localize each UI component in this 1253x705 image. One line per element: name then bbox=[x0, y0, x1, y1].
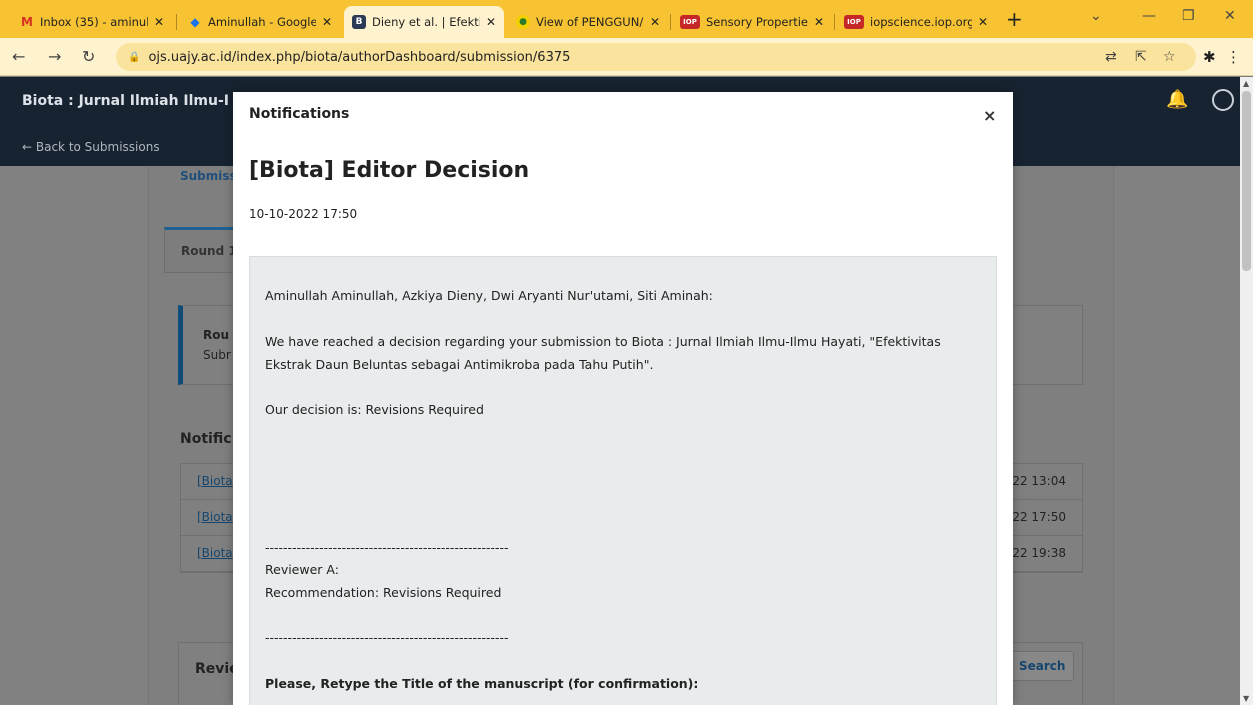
round-status-title: Rou bbox=[203, 328, 230, 342]
notification-date: 22 13:04 bbox=[1012, 474, 1066, 488]
back-arrow-icon[interactable]: ← bbox=[12, 47, 25, 66]
separator-text: ----------------------------------------… bbox=[265, 630, 509, 645]
url-input[interactable]: 🔒 ojs.uajy.ac.id/index.php/biota/authorD… bbox=[116, 43, 1196, 71]
notifications-heading: Notific bbox=[180, 431, 232, 447]
search-button[interactable]: Search bbox=[1008, 651, 1074, 681]
modal-header: Notifications bbox=[249, 106, 350, 122]
translate-icon[interactable]: ⇄ bbox=[1105, 49, 1117, 65]
notification-modal: Notifications × [Biota] Editor Decision … bbox=[233, 92, 1013, 705]
close-tab-icon[interactable]: ✕ bbox=[978, 15, 988, 29]
tab-search-icon[interactable]: ⌄ bbox=[1090, 8, 1102, 24]
round-status-subtitle: Subr bbox=[203, 348, 231, 362]
notification-link[interactable]: [Biota bbox=[197, 546, 233, 560]
question-text: Please, Retype the Title of the manuscri… bbox=[265, 676, 699, 691]
greeting-text: Aminullah Aminullah, Azkiya Dieny, Dwi A… bbox=[265, 288, 713, 303]
browser-address-bar: ← → ↻ 🔒 ojs.uajy.ac.id/index.php/biota/a… bbox=[0, 38, 1253, 76]
notification-link[interactable]: [Biota bbox=[197, 474, 233, 488]
share-icon[interactable]: ⇱ bbox=[1135, 49, 1147, 65]
notification-link[interactable]: [Biota bbox=[197, 510, 233, 524]
more-menu-icon[interactable]: ⋮ bbox=[1226, 48, 1241, 66]
back-to-submissions-link[interactable]: ← Back to Submissions bbox=[22, 140, 160, 154]
notification-date: 22 19:38 bbox=[1012, 546, 1066, 560]
iop-icon: IOP bbox=[680, 15, 700, 29]
browser-tab-active[interactable]: B Dieny et al. | Efektiv ✕ bbox=[344, 6, 504, 38]
site-title[interactable]: Biota : Jurnal Ilmiah Ilmu-I bbox=[22, 93, 229, 109]
body-line: We have reached a decision regarding you… bbox=[265, 334, 941, 349]
close-icon[interactable]: × bbox=[983, 106, 996, 125]
scroll-up-icon[interactable]: ▲ bbox=[1243, 79, 1249, 88]
extension-icon[interactable]: ✱ bbox=[1203, 48, 1216, 66]
close-tab-icon[interactable]: ✕ bbox=[322, 15, 332, 29]
recommendation-text: Recommendation: Revisions Required bbox=[265, 585, 502, 600]
reviewer-label: Reviewer A: bbox=[265, 562, 339, 577]
submission-tab[interactable]: Submiss bbox=[180, 169, 237, 183]
notification-date: 22 17:50 bbox=[1012, 510, 1066, 524]
reload-icon[interactable]: ↻ bbox=[82, 47, 95, 66]
close-tab-icon[interactable]: ✕ bbox=[486, 15, 496, 29]
close-tab-icon[interactable]: ✕ bbox=[814, 15, 824, 29]
bookmark-star-icon[interactable]: ☆ bbox=[1163, 49, 1176, 65]
iop-icon: IOP bbox=[844, 15, 864, 29]
site-icon: ● bbox=[516, 15, 530, 29]
journal-icon: B bbox=[352, 15, 366, 29]
window-close-icon[interactable]: ✕ bbox=[1224, 8, 1236, 24]
minimize-icon[interactable]: — bbox=[1142, 8, 1156, 24]
notification-date: 10-10-2022 17:50 bbox=[249, 207, 358, 221]
separator-text: ----------------------------------------… bbox=[265, 540, 509, 555]
new-tab-icon[interactable]: + bbox=[1006, 7, 1023, 31]
browser-tab-gmail[interactable]: M Inbox (35) - aminull ✕ bbox=[12, 8, 172, 36]
scrollbar-thumb[interactable] bbox=[1242, 91, 1251, 271]
user-avatar-icon[interactable] bbox=[1212, 89, 1234, 111]
browser-tab-penggun[interactable]: ● View of PENGGUN/ ✕ bbox=[508, 8, 668, 36]
bell-icon[interactable]: 🔔 bbox=[1166, 89, 1188, 110]
google-drive-icon: ◆ bbox=[190, 15, 200, 29]
browser-tab-bar: M Inbox (35) - aminull ✕ ◆ Aminullah - G… bbox=[0, 0, 1253, 38]
decision-text: Our decision is: Revisions Required bbox=[265, 402, 484, 417]
close-tab-icon[interactable]: ✕ bbox=[650, 15, 660, 29]
lock-icon: 🔒 bbox=[128, 51, 141, 63]
restore-icon[interactable]: ❐ bbox=[1182, 8, 1195, 24]
browser-tab-iopscience[interactable]: IOP iopscience.iop.org/ ✕ bbox=[836, 8, 996, 36]
body-line: Ekstrak Daun Beluntas sebagai Antimikrob… bbox=[265, 357, 654, 372]
scroll-down-icon[interactable]: ▼ bbox=[1243, 694, 1249, 703]
notification-body: Aminullah Aminullah, Azkiya Dieny, Dwi A… bbox=[249, 256, 997, 705]
browser-tab-sensory[interactable]: IOP Sensory Properties ✕ bbox=[672, 8, 832, 36]
forward-arrow-icon[interactable]: → bbox=[48, 47, 61, 66]
gmail-icon: M bbox=[21, 15, 33, 29]
page-scrollbar[interactable]: ▲ ▼ bbox=[1240, 77, 1253, 705]
close-tab-icon[interactable]: ✕ bbox=[154, 15, 164, 29]
browser-tab-google-drive[interactable]: ◆ Aminullah - Google ✕ bbox=[180, 8, 340, 36]
notification-title: [Biota] Editor Decision bbox=[249, 158, 530, 183]
